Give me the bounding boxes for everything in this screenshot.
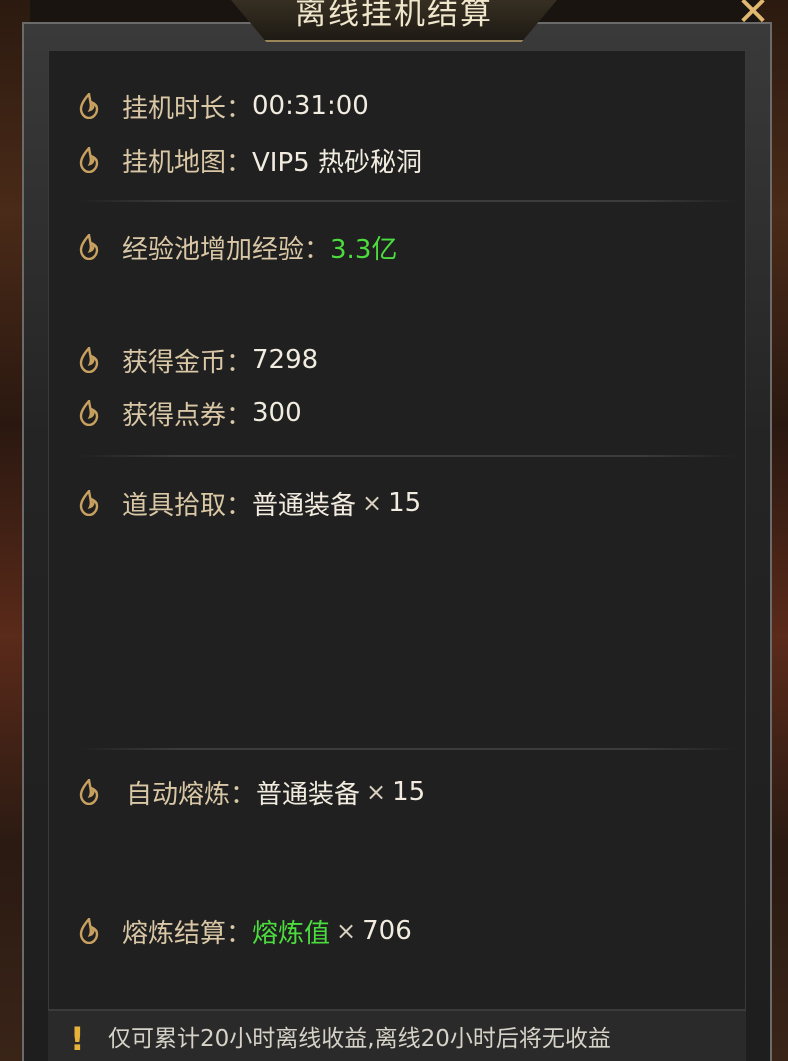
flame-icon <box>79 918 99 944</box>
auto-smelt-label: 自动熔炼： <box>126 779 257 810</box>
row-items: 道具拾取： 普通装备 × 15 <box>78 483 421 523</box>
row-duration: 挂机时长： 00:31:00 <box>78 86 369 126</box>
divider <box>78 748 738 750</box>
exp-value: 3.3亿 <box>330 234 398 265</box>
map-label: 挂机地图： <box>122 147 253 178</box>
multiply-sign: × <box>366 778 387 806</box>
row-gold: 获得金币： 7298 <box>78 340 318 380</box>
row-auto-smelt: 自动熔炼： 普通装备 × 15 <box>78 772 425 812</box>
row-coupon: 获得点券： 300 <box>78 393 302 433</box>
gold-value: 7298 <box>252 345 319 375</box>
multiply-sign: × <box>362 489 383 517</box>
divider <box>78 455 738 457</box>
auto-smelt-count: 15 <box>392 777 426 807</box>
map-value: VIP5 热砂秘洞 <box>252 147 422 178</box>
dialog-title: 离线挂机结算 <box>295 0 493 32</box>
flame-icon <box>79 490 99 516</box>
items-count: 15 <box>388 488 422 518</box>
divider <box>78 200 738 202</box>
exclamation-icon: ! <box>70 1020 85 1058</box>
flame-icon <box>79 779 99 805</box>
exp-label: 经验池增加经验： <box>122 234 331 265</box>
row-map: 挂机地图： VIP5 热砂秘洞 <box>78 140 422 180</box>
row-smelt-result: 熔炼结算： 熔炼值 × 706 <box>78 911 412 951</box>
duration-value: 00:31:00 <box>252 91 369 121</box>
items-name: 普通装备 <box>252 490 357 521</box>
flame-icon <box>79 400 99 426</box>
content-panel <box>48 50 746 1010</box>
auto-smelt-name: 普通装备 <box>256 779 361 810</box>
coupon-label: 获得点券： <box>122 400 253 431</box>
smelt-result-count: 706 <box>362 916 412 946</box>
gold-label: 获得金币： <box>122 347 253 378</box>
flame-icon <box>79 347 99 373</box>
flame-icon <box>79 147 99 173</box>
smelt-result-name: 熔炼值 <box>252 918 331 949</box>
close-icon[interactable]: ✕ <box>730 0 776 32</box>
smelt-result-label: 熔炼结算： <box>122 918 253 949</box>
row-exp: 经验池增加经验： 3.3亿 <box>78 227 397 267</box>
items-label: 道具拾取： <box>122 490 253 521</box>
coupon-value: 300 <box>252 398 302 428</box>
offline-notice: 仅可累计20小时离线收益,离线20小时后将无收益 <box>108 1026 611 1052</box>
flame-icon <box>79 93 99 119</box>
multiply-sign: × <box>336 917 357 945</box>
flame-icon <box>79 234 99 260</box>
duration-label: 挂机时长： <box>122 93 253 124</box>
